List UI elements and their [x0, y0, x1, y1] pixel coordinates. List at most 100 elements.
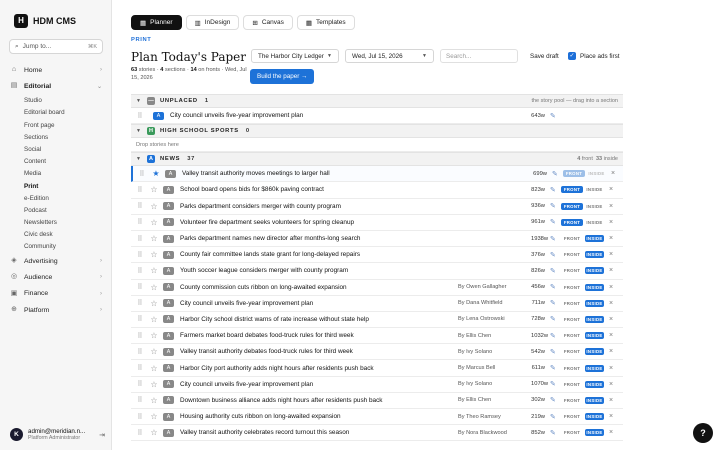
paper-select[interactable]: The Harbor City Ledger ▼	[251, 49, 339, 63]
section-header-high-school-sports[interactable]: ▼ H HIGH SCHOOL SPORTS 0	[131, 124, 623, 139]
story-headline[interactable]: City council unveils five-year improveme…	[180, 300, 450, 307]
grip-icon[interactable]: ⠿	[131, 396, 149, 404]
inside-toggle[interactable]: INSIDE	[585, 267, 604, 275]
edit-icon[interactable]: ✎	[550, 112, 556, 120]
close-icon[interactable]: ×	[611, 170, 615, 177]
help-button[interactable]: ?	[693, 423, 713, 443]
story-headline[interactable]: City council unveils five-year improveme…	[180, 381, 450, 388]
grip-icon[interactable]: ⠿	[131, 186, 149, 194]
logout-icon[interactable]: ⇥	[99, 431, 105, 439]
sidebar-subitem-content[interactable]: Content	[0, 156, 112, 168]
front-toggle[interactable]: FRONT	[561, 267, 583, 274]
story-row[interactable]: ⠿ A City council unveils five-year improve…	[131, 108, 623, 125]
story-row[interactable]: ⠿ ☆ A Harbor City port authority adds night…	[131, 360, 623, 377]
section-header-unplaced[interactable]: ▼ — UNPLACED 1 the story pool — drag int…	[131, 94, 623, 108]
close-icon[interactable]: ×	[609, 365, 613, 372]
grip-icon[interactable]: ⠿	[131, 413, 149, 421]
close-icon[interactable]: ×	[609, 219, 613, 226]
star-icon[interactable]: ☆	[149, 331, 159, 340]
edit-icon[interactable]: ✎	[552, 170, 558, 178]
edit-icon[interactable]: ✎	[550, 364, 556, 372]
sidebar-item-audience[interactable]: ◎ Audience ›	[0, 269, 112, 285]
front-toggle[interactable]: FRONT	[561, 300, 583, 307]
sidebar-subitem-print[interactable]: Print	[0, 180, 112, 192]
story-headline[interactable]: Housing authority cuts ribbon on long-aw…	[180, 413, 450, 420]
build-paper-button[interactable]: Build the paper →	[250, 69, 315, 84]
star-icon[interactable]: ☆	[149, 185, 159, 194]
edit-icon[interactable]: ✎	[550, 315, 556, 323]
close-icon[interactable]: ×	[609, 284, 613, 291]
search-input[interactable]: Search...	[440, 49, 518, 63]
grip-icon[interactable]: ⠿	[131, 380, 149, 388]
star-icon[interactable]: ☆	[149, 299, 159, 308]
story-row[interactable]: ⠿ ☆ A Harbor City school district warns of …	[131, 311, 623, 329]
star-icon[interactable]: ☆	[149, 250, 159, 259]
story-row[interactable]: ⠿ ☆ A School board opens bids for $860k pav…	[131, 182, 623, 199]
sidebar-subitem-studio[interactable]: Studio	[0, 95, 112, 107]
edit-icon[interactable]: ✎	[550, 283, 556, 291]
save-draft-button[interactable]: Save draft	[526, 49, 563, 63]
sidebar-item-home[interactable]: ⌂ Home ›	[0, 62, 112, 78]
section-header-news[interactable]: ▼ A NEWS 37 4 front 33 inside	[131, 152, 623, 167]
close-icon[interactable]: ×	[609, 397, 613, 404]
close-icon[interactable]: ×	[609, 267, 613, 274]
sidebar-item-editorial[interactable]: ▤ Editorial ⌄	[0, 78, 112, 94]
front-toggle[interactable]: FRONT	[561, 381, 583, 388]
grip-icon[interactable]: ⠿	[131, 283, 149, 291]
front-toggle[interactable]: FRONT	[561, 413, 583, 420]
star-icon[interactable]: ★	[151, 169, 161, 178]
story-headline[interactable]: Parks department considers merger with c…	[180, 203, 450, 210]
tab-indesign[interactable]: ▥ InDesign	[185, 15, 240, 30]
edit-icon[interactable]: ✎	[550, 380, 556, 388]
edit-icon[interactable]: ✎	[550, 202, 556, 210]
sidebar-item-advertising[interactable]: ◈ Advertising ›	[0, 253, 112, 269]
star-icon[interactable]: ☆	[149, 202, 159, 211]
story-row[interactable]: ⠿ ☆ A Valley transit authority debates food…	[131, 344, 623, 361]
story-headline[interactable]: City council unveils five-year improveme…	[170, 112, 440, 119]
story-headline[interactable]: Youth soccer league considers merger wit…	[180, 267, 450, 274]
story-headline[interactable]: Farmers market board debates food-truck …	[180, 332, 450, 339]
edit-icon[interactable]: ✎	[550, 348, 556, 356]
edit-icon[interactable]: ✎	[550, 413, 556, 421]
sidebar-subitem-editorial-board[interactable]: Editorial board	[0, 107, 112, 119]
star-icon[interactable]: ☆	[149, 283, 159, 292]
sidebar-subitem-community[interactable]: Community	[0, 241, 112, 253]
edit-icon[interactable]: ✎	[550, 396, 556, 404]
story-row[interactable]: ⠿ ☆ A Parks department names new director a…	[131, 230, 623, 248]
edit-icon[interactable]: ✎	[550, 218, 556, 226]
front-toggle[interactable]: FRONT	[561, 202, 583, 210]
front-toggle[interactable]: FRONT	[561, 251, 583, 258]
inside-toggle[interactable]: INSIDE	[585, 186, 604, 193]
front-toggle[interactable]: FRONT	[561, 316, 583, 323]
story-row[interactable]: ⠿ ☆ A Volunteer fire department seeks volun…	[131, 214, 623, 231]
inside-toggle[interactable]: INSIDE	[585, 396, 604, 404]
close-icon[interactable]: ×	[609, 300, 613, 307]
sidebar-subitem-podcast[interactable]: Podcast	[0, 204, 112, 216]
close-icon[interactable]: ×	[609, 332, 613, 339]
close-icon[interactable]: ×	[609, 348, 613, 355]
sidebar-subitem-newsletters[interactable]: Newsletters	[0, 216, 112, 228]
front-toggle[interactable]: FRONT	[561, 397, 583, 404]
tab-templates[interactable]: ▦ Templates	[296, 15, 355, 30]
story-row[interactable]: ⠿ ☆ A City council unveils five-year improv…	[131, 376, 623, 393]
inside-toggle[interactable]: INSIDE	[585, 332, 604, 340]
sidebar-subitem-sections[interactable]: Sections	[0, 131, 112, 143]
sidebar-subitem-e-edition[interactable]: e-Edition	[0, 192, 112, 204]
inside-toggle[interactable]: INSIDE	[585, 364, 604, 372]
sidebar-subitem-media[interactable]: Media	[0, 168, 112, 180]
story-row[interactable]: ⠿ ☆ A County commission cuts ribbon on long…	[131, 279, 623, 296]
inside-toggle[interactable]: INSIDE	[585, 219, 604, 226]
grip-icon[interactable]: ⠿	[131, 332, 149, 340]
sidebar-subitem-social[interactable]: Social	[0, 143, 112, 155]
story-headline[interactable]: Harbor City school district warns of rat…	[180, 316, 450, 323]
close-icon[interactable]: ×	[609, 316, 613, 323]
brand[interactable]: H HDM CMS	[14, 14, 76, 28]
inside-toggle[interactable]: INSIDE	[585, 203, 604, 210]
story-headline[interactable]: Valley transit authority celebrates reco…	[180, 429, 450, 436]
checkbox-checked-icon[interactable]: ✓	[568, 52, 576, 60]
place-ads-first-toggle[interactable]: ✓ Place ads first	[568, 49, 620, 63]
chevron-down-icon[interactable]: ▼	[136, 128, 142, 134]
story-headline[interactable]: County fair committee lands state grant …	[180, 251, 450, 258]
grip-icon[interactable]: ⠿	[131, 202, 149, 210]
star-icon[interactable]: ☆	[149, 364, 159, 373]
